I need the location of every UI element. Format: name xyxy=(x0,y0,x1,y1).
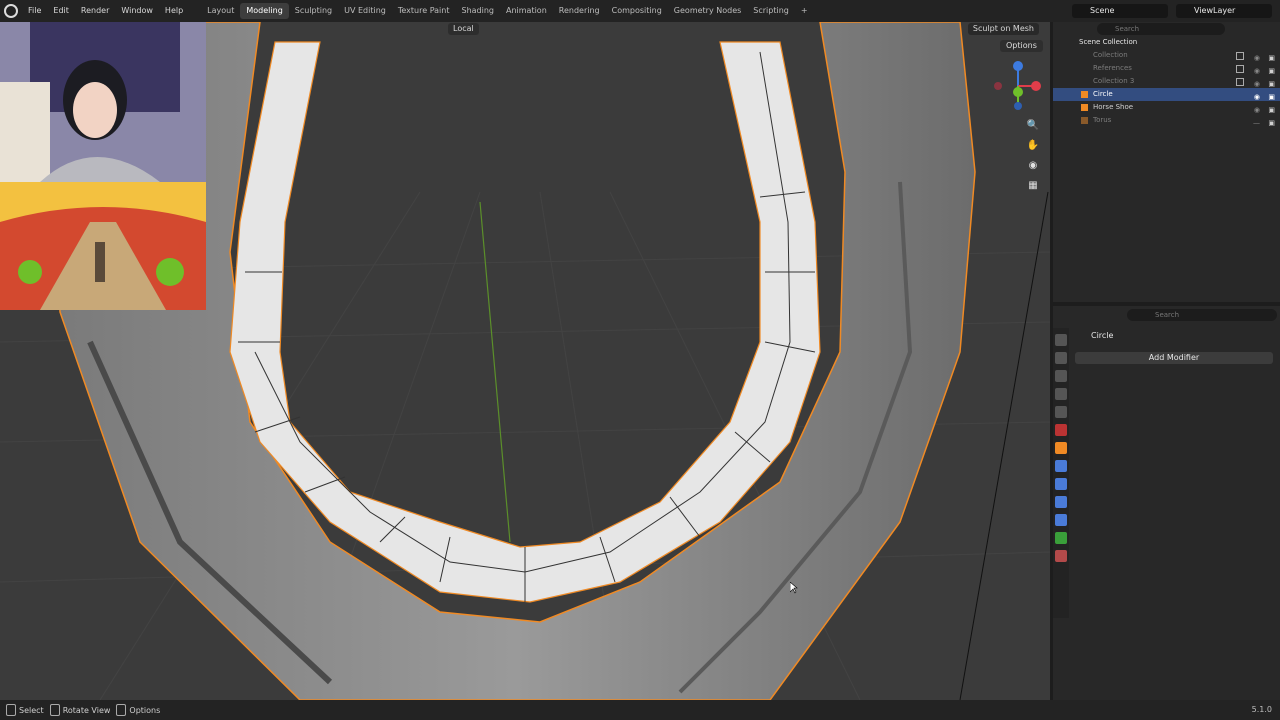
tool-tab-icon[interactable] xyxy=(1055,334,1067,346)
outliner-search-input[interactable]: Search xyxy=(1097,23,1225,35)
status-bar: Select Rotate View Options 5.1.0 xyxy=(0,700,1280,720)
tab-animation[interactable]: Animation xyxy=(500,0,553,22)
camera-icon[interactable]: ◉ xyxy=(1024,156,1042,174)
physics-tab-icon[interactable] xyxy=(1055,496,1067,508)
mouse-right-icon xyxy=(116,704,127,716)
blender-logo-icon[interactable] xyxy=(4,4,18,18)
references-label: References xyxy=(1093,64,1132,72)
status-options: Options xyxy=(116,704,160,716)
mesh-object-icon xyxy=(1081,104,1088,111)
view-layer-selector[interactable]: ViewLayer xyxy=(1176,4,1272,18)
menu-window[interactable]: Window xyxy=(115,0,159,22)
properties-panel: Search Circle Add Modifier xyxy=(1053,306,1280,700)
view-layer-name: ViewLayer xyxy=(1194,6,1236,15)
exclude-checkbox[interactable] xyxy=(1236,52,1244,60)
navigation-tools: 🔍 ✋ ◉ ▦ xyxy=(1024,116,1044,196)
outliner-row-circle[interactable]: Circle ◉ ▣ xyxy=(1053,88,1280,101)
add-modifier-button[interactable]: Add Modifier xyxy=(1075,352,1273,364)
outliner-row-collection[interactable]: Collection ◉ ▣ xyxy=(1053,49,1280,62)
scene-selector[interactable]: Scene xyxy=(1072,4,1168,18)
tab-layout[interactable]: Layout xyxy=(201,0,240,22)
mouse-cursor-icon xyxy=(790,582,798,594)
zoom-icon[interactable]: 🔍 xyxy=(1024,116,1042,134)
tab-texture-paint[interactable]: Texture Paint xyxy=(392,0,456,22)
constraints-tab-icon[interactable] xyxy=(1055,514,1067,526)
object-tab-icon[interactable] xyxy=(1055,442,1067,454)
circle-label: Circle xyxy=(1093,90,1113,98)
gameplay-overlay xyxy=(0,182,206,310)
tab-geometry-nodes[interactable]: Geometry Nodes xyxy=(668,0,747,22)
tab-compositing[interactable]: Compositing xyxy=(606,0,668,22)
menu-help[interactable]: Help xyxy=(159,0,189,22)
gameplay-image xyxy=(0,182,206,310)
tab-sculpting[interactable]: Sculpting xyxy=(289,0,338,22)
material-tab-icon[interactable] xyxy=(1055,550,1067,562)
perspective-grid-icon[interactable]: ▦ xyxy=(1024,176,1042,194)
horse-shoe-label: Horse Shoe xyxy=(1093,103,1134,111)
pan-hand-icon[interactable]: ✋ xyxy=(1024,136,1042,154)
navigation-gizmo[interactable] xyxy=(990,58,1046,114)
webcam-person-image xyxy=(0,22,206,182)
eye-hidden-icon[interactable]: — xyxy=(1253,117,1260,130)
data-tab-icon[interactable] xyxy=(1055,532,1067,544)
tab-modeling[interactable]: Modeling xyxy=(240,3,289,19)
mouse-middle-icon xyxy=(49,704,60,716)
mesh-object-icon xyxy=(1081,117,1088,124)
outliner-row-references[interactable]: References ◉ ▣ xyxy=(1053,62,1280,75)
sculpt-on-mesh-button[interactable]: Sculpt on Mesh xyxy=(967,23,1039,35)
exclude-checkbox[interactable] xyxy=(1236,65,1244,73)
menu-render[interactable]: Render xyxy=(75,0,115,22)
status-options-label: Options xyxy=(129,705,161,715)
scene-name: Scene xyxy=(1090,6,1115,15)
exclude-checkbox[interactable] xyxy=(1236,78,1244,86)
object-name-label: Circle xyxy=(1091,331,1114,340)
top-bar: File Edit Render Window Help Layout Mode… xyxy=(0,0,1280,22)
world-tab-icon[interactable] xyxy=(1055,424,1067,436)
viewport-header: Local Sculpt on Mesh xyxy=(0,22,1050,36)
camera-icon[interactable]: ▣ xyxy=(1268,117,1275,130)
properties-search-input[interactable]: Search xyxy=(1127,309,1277,321)
outliner-row-collection-3[interactable]: Collection 3 ◉ ▣ xyxy=(1053,75,1280,88)
mouse-left-icon xyxy=(6,704,16,716)
tab-rendering[interactable]: Rendering xyxy=(553,0,606,22)
output-tab-icon[interactable] xyxy=(1055,370,1067,382)
scene-tab-icon[interactable] xyxy=(1055,406,1067,418)
tab-uv-editing[interactable]: UV Editing xyxy=(338,0,392,22)
particles-tab-icon[interactable] xyxy=(1055,478,1067,490)
status-select: Select xyxy=(6,704,44,716)
modifier-tab-icon[interactable] xyxy=(1055,460,1067,472)
outliner-scene-collection[interactable]: Scene Collection xyxy=(1053,36,1280,49)
render-tab-icon[interactable] xyxy=(1055,352,1067,364)
properties-tabs xyxy=(1053,328,1069,618)
viewport-options-button[interactable]: Options xyxy=(1000,40,1043,52)
view-layer-tab-icon[interactable] xyxy=(1055,388,1067,400)
scene-collection-label: Scene Collection xyxy=(1079,38,1138,46)
torus-label: Torus xyxy=(1093,116,1112,124)
outliner-header: Search xyxy=(1053,22,1280,36)
status-select-label: Select xyxy=(19,705,44,715)
menu-file[interactable]: File xyxy=(22,0,47,22)
collection-label: Collection xyxy=(1093,51,1128,59)
tab-scripting[interactable]: Scripting xyxy=(747,0,795,22)
collection-3-label: Collection 3 xyxy=(1093,77,1135,85)
outliner-panel: Search Scene Collection Collection ◉ ▣ R… xyxy=(1053,22,1280,302)
transform-orientation-dropdown[interactable]: Local xyxy=(448,23,479,35)
version-label: 5.1.0 xyxy=(1251,705,1272,714)
tab-shading[interactable]: Shading xyxy=(455,0,500,22)
status-rotate-view: Rotate View xyxy=(49,704,111,716)
mesh-object-icon xyxy=(1081,91,1088,98)
add-workspace-button[interactable]: + xyxy=(795,0,814,22)
webcam-overlay xyxy=(0,22,206,182)
outliner-row-horse-shoe[interactable]: Horse Shoe ◉ ▣ xyxy=(1053,101,1280,114)
menu-edit[interactable]: Edit xyxy=(47,0,75,22)
status-rotate-label: Rotate View xyxy=(62,705,111,715)
outliner-row-torus[interactable]: Torus — ▣ xyxy=(1053,114,1280,127)
